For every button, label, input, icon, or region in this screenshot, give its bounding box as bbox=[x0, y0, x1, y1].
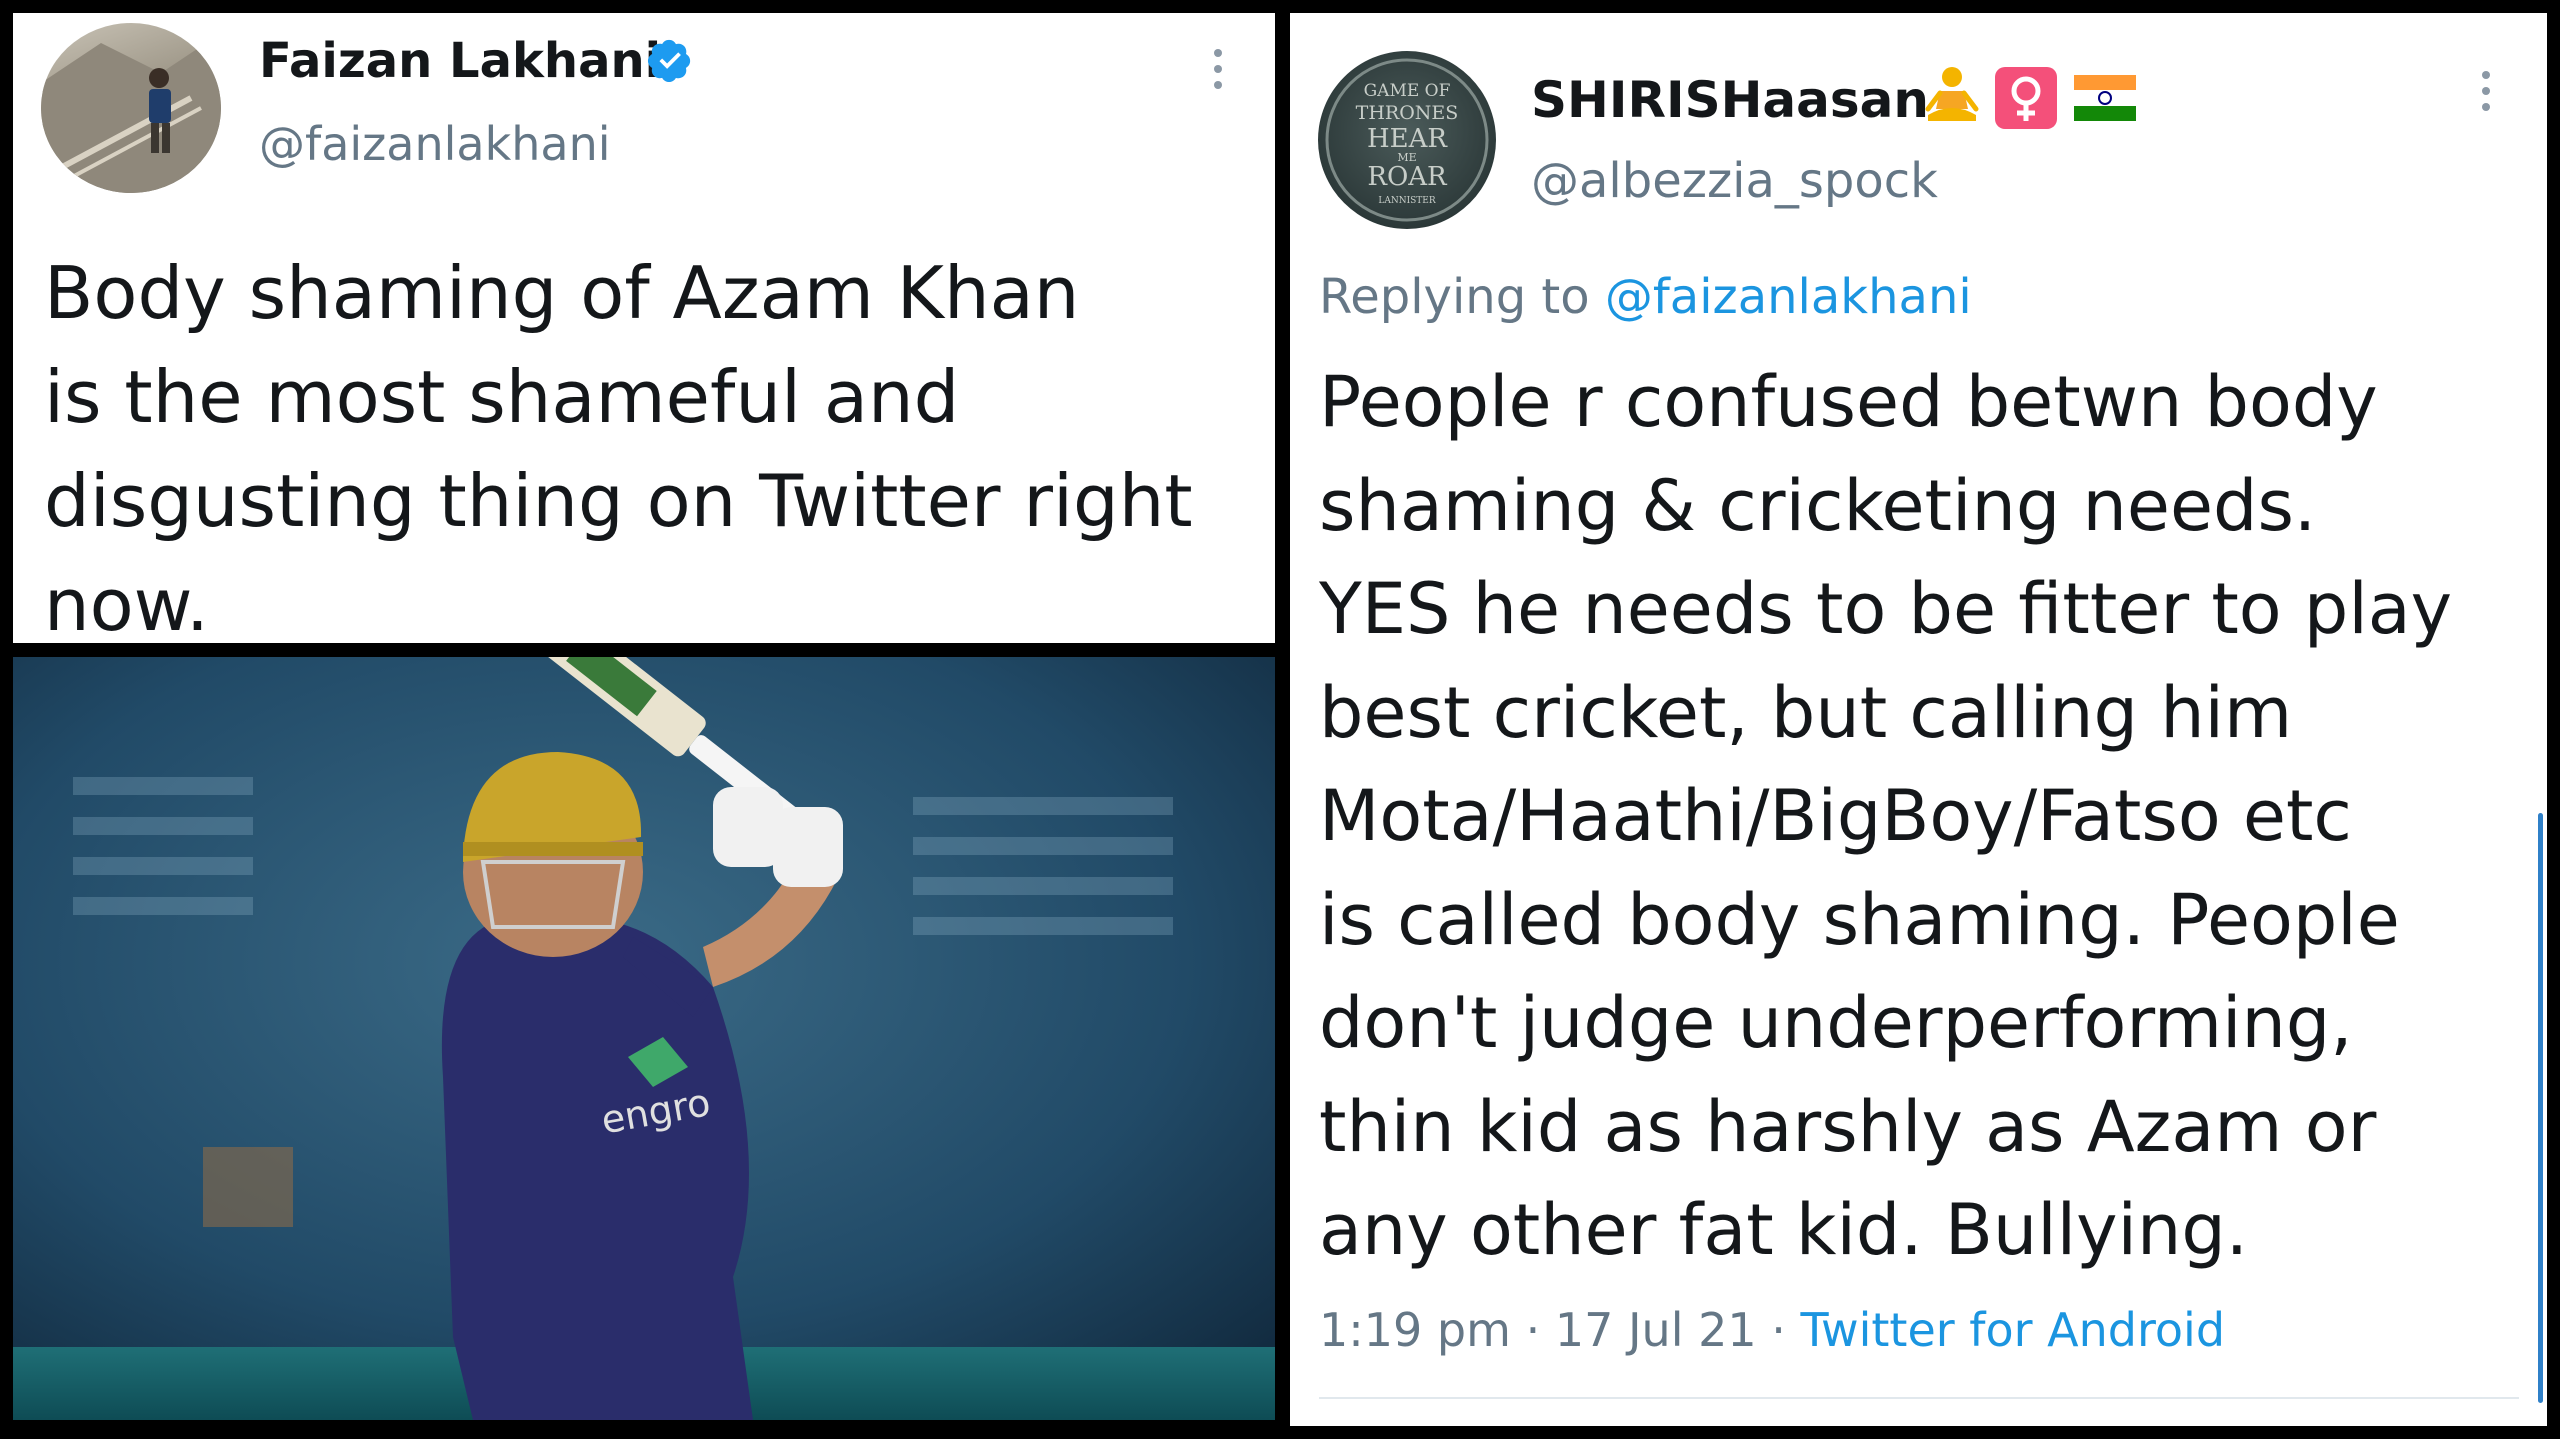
left-tweet-card: Faizan Lakhani @faizanlakhani Body shami… bbox=[13, 13, 1275, 643]
avatar-line-3: HEAR bbox=[1367, 124, 1448, 154]
replying-to-handle-link[interactable]: @faizanlakhani bbox=[1605, 269, 1972, 325]
scrollbar[interactable] bbox=[2538, 813, 2543, 1403]
person-in-lotus-position-icon bbox=[1924, 65, 1980, 127]
more-vertical-icon[interactable] bbox=[2482, 71, 2490, 119]
author-name[interactable]: SHIRISHaasan bbox=[1531, 71, 1929, 129]
replying-to-label: Replying to bbox=[1319, 269, 1590, 325]
tweet-text: People r confused betwn body shaming & c… bbox=[1319, 361, 2453, 1271]
tweet-photo[interactable]: engro bbox=[13, 657, 1275, 1420]
tweet-date[interactable]: 17 Jul 21 bbox=[1555, 1303, 1757, 1357]
avatar[interactable]: GAME OF THRONES HEAR ME ROAR LANNISTER bbox=[1318, 51, 1496, 229]
tweet-source-link[interactable]: Twitter for Android bbox=[1801, 1303, 2226, 1357]
author-handle[interactable]: @faizanlakhani bbox=[259, 117, 611, 171]
replying-to: Replying to @faizanlakhani bbox=[1319, 269, 1972, 325]
avatar-line-5: ROAR bbox=[1367, 162, 1448, 192]
india-flag-icon bbox=[2074, 75, 2136, 121]
verified-badge-icon bbox=[647, 37, 693, 83]
separator-dot: · bbox=[1771, 1303, 1786, 1357]
tweet-timestamp-row: 1:19 pm · 17 Jul 21 · Twitter for Androi… bbox=[1319, 1303, 2225, 1357]
author-name[interactable]: Faizan Lakhani bbox=[259, 33, 661, 89]
avatar[interactable] bbox=[41, 23, 221, 193]
tweet-time[interactable]: 1:19 pm bbox=[1319, 1303, 1511, 1357]
reply-tweet-card: GAME OF THRONES HEAR ME ROAR LANNISTER S… bbox=[1290, 13, 2547, 1426]
avatar-line-6: LANNISTER bbox=[1378, 196, 1436, 206]
cricketer-photo: engro bbox=[13, 657, 1275, 1420]
author-handle[interactable]: @albezzia_spock bbox=[1531, 153, 1938, 209]
female-sign-icon bbox=[1995, 67, 2057, 129]
avatar-line-2: THRONES bbox=[1356, 102, 1459, 124]
more-vertical-icon[interactable] bbox=[1214, 49, 1222, 97]
tweet-text: Body shaming of Azam Khan is the most sh… bbox=[44, 251, 1193, 643]
divider bbox=[1319, 1397, 2519, 1399]
avatar-line-1: GAME OF bbox=[1364, 81, 1451, 101]
separator-dot: · bbox=[1525, 1303, 1541, 1357]
